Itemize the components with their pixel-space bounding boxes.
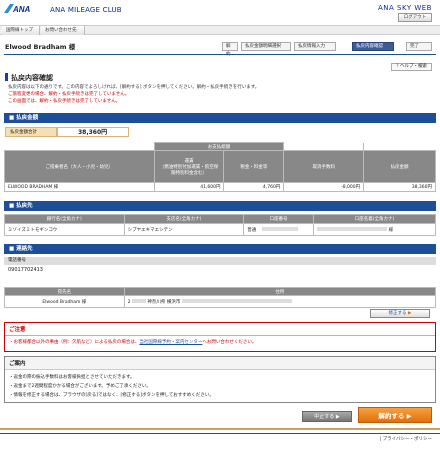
refund-button[interactable]: 解約する ▶ <box>358 407 432 423</box>
footer-rule <box>0 433 440 434</box>
warning-title: ご注意 <box>5 323 435 336</box>
col-fare: 運賃 （燃油特別付加運賃・航空保険特別料金含む） <box>153 150 225 183</box>
arrow-right-icon: ▶ <box>334 414 340 420</box>
guide-item: ・返金の際の振込手数料はお客様負担とさせていただきます。 <box>9 375 135 380</box>
nav-item-intl-top[interactable]: 国際線トップ <box>2 26 40 35</box>
step-cancel: 解約 <box>222 42 238 57</box>
cell-cancel-fee: -8,000円 <box>283 182 365 192</box>
col-account-no: 口座番号 <box>243 214 315 224</box>
modify-label: 修正する <box>388 311 407 316</box>
privacy-label: プライバシー・ポリシー <box>382 437 432 442</box>
contact-center-link[interactable]: 当社国際線予約・案内センター <box>139 340 202 345</box>
amount-value: 38,360円 <box>57 127 129 137</box>
postal-prefix: 2 <box>127 299 131 305</box>
col-passenger: ご搭乗者名（大人・小児・幼児） <box>4 150 155 183</box>
guide-list: ・返金の際の振込手数料はお客様負担とさせていただきます。 ・返金まで2週間程度か… <box>5 370 435 403</box>
arrow-right-icon: ▶ <box>407 311 412 316</box>
warning-text: ・お客様都合以外の事由（例：欠航など）による払戻の場合は、当社国際線予約・案内セ… <box>5 336 435 348</box>
phone-label: 電話番号 <box>4 257 436 265</box>
cell-refund: 38,360円 <box>363 182 436 192</box>
global-nav: 国際線トップ お問い合わせ先 <box>0 25 440 35</box>
col-tax: 税金・料金等 <box>223 150 285 183</box>
sky-web-title: ANA SKY WEB <box>378 4 432 12</box>
step-complete: 完了 <box>406 42 432 51</box>
section-title: 連絡先 <box>16 246 33 252</box>
cell-address: 2 神奈川県 横浜市 <box>123 295 437 308</box>
help-search-button[interactable]: ? ヘルプ・検索 <box>391 63 432 71</box>
page-title: 払戻内容確認 <box>11 74 53 82</box>
section-refund-account: ■ 払戻先 <box>4 201 436 211</box>
fare-table: お支払総額 ご搭乗者名（大人・小児・幼児） 運賃 （燃油特別付加運賃・航空保険特… <box>4 142 436 192</box>
cell-account-name: 様 <box>313 223 436 236</box>
spacer <box>283 142 365 151</box>
address-city: 神奈川県 横浜市 <box>147 299 181 305</box>
account-type: 普通 <box>247 227 257 233</box>
footer-rule <box>0 428 440 430</box>
header: ANA ANA MILEAGE CLUB ANA SKY WEB ログアウト <box>0 0 440 24</box>
redacted-block <box>317 226 388 231</box>
club-title: ANA MILEAGE CLUB <box>50 6 122 14</box>
warning-text-b: へお問い合わせください。 <box>202 340 257 345</box>
section-title: 払戻先 <box>16 203 33 209</box>
col-address: 住所 <box>123 287 437 296</box>
cell-fare: 41,600円 <box>153 182 225 192</box>
refund-label: 解約する <box>378 412 405 420</box>
guide-item: ・情報を修正する場合は、ブラウザの[戻る]ではなく、[修正する]ボタンを押してお… <box>9 393 214 398</box>
privacy-link[interactable]: | プライバシー・ポリシー <box>380 436 432 442</box>
phone-value: 09017702413 <box>8 267 43 273</box>
cancel-button[interactable]: 中止する ▶ <box>302 411 352 422</box>
nav-item-contact[interactable]: お問い合わせ先 <box>41 26 85 35</box>
title-bar-icon <box>5 73 8 81</box>
col-branch: 支店名(全角カナ) <box>123 214 245 224</box>
redacted-block <box>131 298 146 303</box>
warning-box: ご注意 ・お客様都合以外の事由（例：欠航など）による払戻の場合は、当社国際線予約… <box>4 322 436 352</box>
account-table: 銀行名(全角カナ) 支店名(全角カナ) 口座番号 口座名義(全角カナ) ミゾイズ… <box>4 214 436 236</box>
help-label: ヘルプ・検索 <box>400 64 427 69</box>
cell-recipient: Elwood Bradham 様 <box>4 295 125 308</box>
intro-warning: この画面では、解約・払戻手続きは完了していません。 <box>8 99 121 104</box>
guide-item: ・返金まで2週間程度かかる場合がございます。予めご了承ください。 <box>9 384 151 389</box>
account-honorific: 様 <box>388 227 394 233</box>
section-title: 払戻金額 <box>16 115 39 121</box>
cell-account-no: 普通 <box>243 223 315 236</box>
intro-note: ご旅程変更の場合、解約・払戻手続きは完了していません。 <box>8 92 130 97</box>
cell-branch: シブヤエキマエシテン <box>123 223 245 236</box>
fare-group-header: お支払総額 <box>153 142 285 151</box>
cancel-label: 中止する <box>314 414 335 420</box>
cell-tax: 4,760円 <box>223 182 285 192</box>
arrow-right-icon: ▶ <box>404 412 412 420</box>
logout-button[interactable]: ログアウト <box>398 13 432 22</box>
brand-text: ANA <box>12 5 31 14</box>
step-select: 払戻金額明細選択 <box>241 42 291 51</box>
col-recipient: 宛先名 <box>4 287 125 296</box>
step-confirm: 払戻内容確認 <box>352 42 394 51</box>
guide-title: ご案内 <box>5 357 435 370</box>
col-bank: 銀行名(全角カナ) <box>4 214 125 224</box>
amount-label: 払戻金額合計 <box>5 127 57 137</box>
member-name: Elwood Bradham 様 <box>5 43 76 51</box>
col-account-name: 口座名義(全角カナ) <box>313 214 436 224</box>
modify-button[interactable]: 修正する ▶ <box>370 309 430 318</box>
divider <box>4 54 436 55</box>
col-refund: 払戻金額 <box>363 150 436 183</box>
help-icon: ? <box>396 64 399 69</box>
cell-bank: ミゾイズミトモギンコウ <box>4 223 125 236</box>
section-refund-amount: ■ 払戻金額 <box>4 113 436 123</box>
col-cancel-fee: 取消手数料 <box>283 150 365 183</box>
section-contact: ■ 連絡先 <box>4 244 436 254</box>
warning-text-a: ・お客様都合以外の事由（例：欠航など）による払戻の場合は、 <box>9 340 140 345</box>
cell-passenger: ELWOOD BRADHAM 様 <box>4 182 155 192</box>
step-input: 払戻情報入力 <box>294 42 336 51</box>
address-table: 宛先名 住所 Elwood Bradham 様 2 神奈川県 横浜市 <box>4 287 437 308</box>
ana-logo-icon: ANA <box>4 4 31 14</box>
spacer <box>363 142 436 151</box>
spacer <box>4 142 155 151</box>
intro-text: 払戻内容は以下の通りです。この内容でよろしければ、[解約する] ボタンを押してく… <box>8 85 260 90</box>
redacted-block <box>181 298 292 303</box>
redacted-block <box>261 226 298 231</box>
guide-box: ご案内 ・返金の際の振込手数料はお客様負担とさせていただきます。 ・返金まで2週… <box>4 356 436 403</box>
